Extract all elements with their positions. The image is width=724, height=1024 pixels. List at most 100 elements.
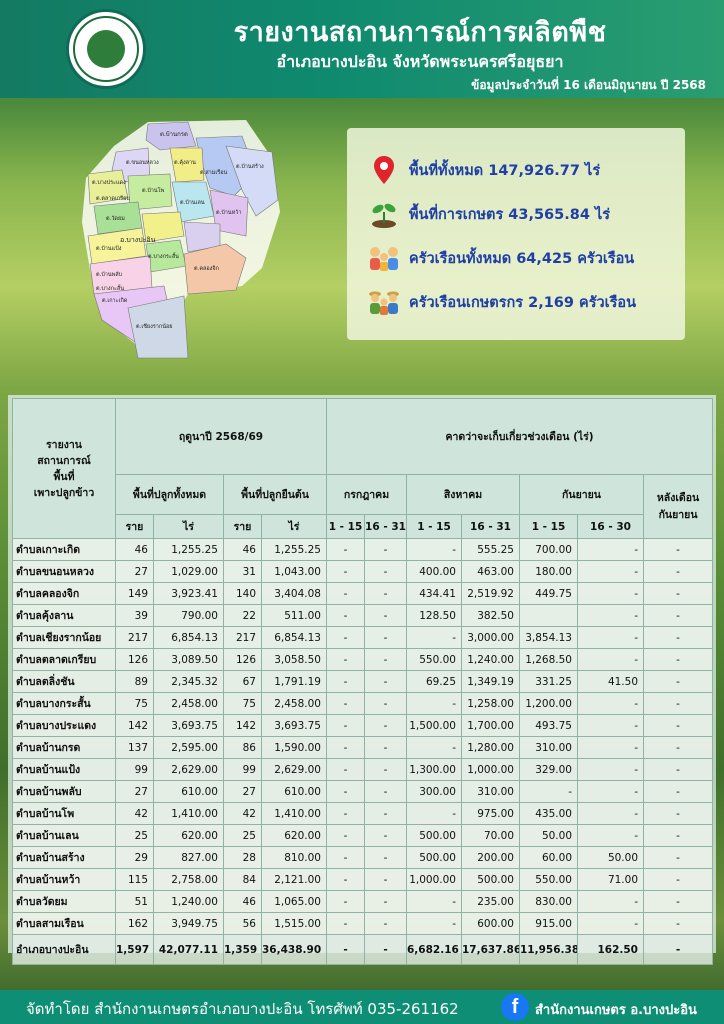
planted-area-header: พื้นที่ปลูกทั้งหมด [115, 474, 224, 515]
table-cell: 99 [223, 758, 262, 781]
table-cell: 310.00 [461, 780, 520, 803]
table-cell: 6,854.13 [261, 626, 327, 649]
table-cell: 3,000.00 [461, 626, 520, 649]
subdistrict-name-cell: ตำบลบ้านสร้าง [12, 846, 116, 869]
table-cell: 1,000.00 [406, 868, 462, 891]
table-cell: - [642, 846, 714, 869]
month-header-july: กรกฎาคม [326, 474, 407, 515]
table-cell: 142 [223, 714, 262, 737]
table-cell: - [642, 824, 714, 847]
table-cell: 610.00 [153, 780, 224, 803]
table-cell: - [642, 780, 714, 803]
table-cell: 2,629.00 [153, 758, 224, 781]
table-cell: - [326, 604, 365, 627]
table-row: ตำบลบ้านสร้าง 29 827.00 28 810.00- -500.00 200… [12, 846, 714, 869]
table-cell: 915.00 [519, 912, 578, 935]
table-cell: 31 [223, 560, 262, 583]
map-label: ต.บ้านเลน [180, 199, 205, 206]
subdistrict-name-cell: ตำบลบางประแดง [12, 714, 116, 737]
unit-households-header: ราย [115, 514, 154, 539]
table-cell: - [642, 626, 714, 649]
table-cell: 126 [115, 648, 154, 671]
table-cell: - [642, 692, 714, 715]
page-title: รายงานสถานการณ์การผลิตพืช [233, 17, 607, 48]
season-header: ฤดูนาปี 2568/69 [115, 398, 327, 475]
location-pin-icon [365, 155, 403, 185]
subdistrict-name-cell: ตำบลเชียงรากน้อย [12, 626, 116, 649]
table-cell: - [577, 648, 644, 671]
table-cell: 3,949.75 [153, 912, 224, 935]
table-cell: - [577, 538, 644, 561]
table-cell: 39 [115, 604, 154, 627]
page-subtitle: อำเภอบางปะอิน จังหวัดพระนครศรีอยุธยา [276, 52, 564, 71]
table-cell: 382.50 [461, 604, 520, 627]
unit-households-header: ราย [223, 514, 262, 539]
table-cell: 46 [223, 890, 262, 913]
table-cell: - [642, 604, 714, 627]
table-cell: - [326, 692, 365, 715]
table-cell: - [364, 604, 407, 627]
table-cell: - [406, 912, 462, 935]
table-cell [519, 604, 578, 627]
table-cell: 1,000.00 [461, 758, 520, 781]
table-cell: 27 [223, 780, 262, 803]
map-label: ต.ขนอนหลวง [126, 160, 159, 166]
summary-panel: พื้นที่ทั้งหมด 147,926.77 ไร่ พื้นที่การ… [347, 128, 685, 340]
subdistrict-name-cell: ตำบลเกาะเกิด [12, 538, 116, 561]
table-cell: - [406, 626, 462, 649]
table-cell: - [642, 648, 714, 671]
subdistrict-name-cell: ตำบลคลองจิก [12, 582, 116, 605]
table-cell: 71.00 [577, 868, 644, 891]
table-row: ตำบลคลองจิก 149 3,923.41 140 3,404.08- -434.4… [12, 582, 714, 605]
table-cell: 86 [223, 736, 262, 759]
table-cell: 51 [115, 890, 154, 913]
table-cell: 1,410.00 [153, 802, 224, 825]
table-cell: 2,458.00 [153, 692, 224, 715]
table-cell: 3,693.75 [153, 714, 224, 737]
table-cell: - [364, 802, 407, 825]
subdistrict-name-cell: อำเภอบางปะอิน [12, 934, 116, 965]
table-cell: 1,280.00 [461, 736, 520, 759]
table-cell: - [326, 868, 365, 891]
district-map: ต.บ้านกรด ต.ขนอนหลวง ต.บางประแดง ต.คุ้งล… [82, 120, 280, 359]
table-cell: 463.00 [461, 560, 520, 583]
table-row: ตำบลคุ้งลาน 39 790.00 22 511.00- -128.50 382.5… [12, 604, 714, 627]
header-banner: รายงานสถานการณ์การผลิตพืช อำเภอบางปะอิน … [0, 0, 724, 98]
table-cell: 6,682.16 [406, 934, 462, 965]
table-cell: 511.00 [261, 604, 327, 627]
table-cell: 500.00 [461, 868, 520, 891]
households-row: ครัวเรือนทั้งหมด 64,425 ครัวเรือน [365, 236, 671, 280]
subdistrict-name-cell: ตำบลบ้านพลับ [12, 780, 116, 803]
table-cell: 2,458.00 [261, 692, 327, 715]
table-cell: - [519, 780, 578, 803]
table-cell: 2,629.00 [261, 758, 327, 781]
facebook-icon[interactable]: f [501, 993, 529, 1021]
table-cell: - [364, 934, 407, 965]
table-cell: 600.00 [461, 912, 520, 935]
households-text: ครัวเรือนทั้งหมด 64,425 ครัวเรือน [409, 250, 635, 267]
seedling-icon [365, 199, 403, 229]
table-cell: 1,258.00 [461, 692, 520, 715]
table-cell: - [642, 758, 714, 781]
table-cell: 11,956.38 [519, 934, 578, 965]
table-cell: 550.00 [406, 648, 462, 671]
facebook-page-name[interactable]: สำนักงานเกษตร อ.บางปะอิน [535, 999, 697, 1020]
table-cell: - [642, 802, 714, 825]
table-cell: 42 [223, 802, 262, 825]
table-cell: - [577, 692, 644, 715]
table-cell: - [364, 538, 407, 561]
table-cell: - [364, 780, 407, 803]
table-cell: 235.00 [461, 890, 520, 913]
map-label: ต.วัดยม [106, 215, 125, 222]
table-cell: 115 [115, 868, 154, 891]
table-cell: - [364, 626, 407, 649]
farmers-icon [365, 287, 403, 317]
table-row: ตำบลบางประแดง 142 3,693.75 142 3,693.75- -1,5… [12, 714, 714, 737]
table-cell: 434.41 [406, 582, 462, 605]
table-cell: 1,700.00 [461, 714, 520, 737]
table-cell: 128.50 [406, 604, 462, 627]
table-cell: 50.00 [519, 824, 578, 847]
table-cell: 1,268.50 [519, 648, 578, 671]
table-cell: 27 [115, 780, 154, 803]
table-row: ตำบลสามเรือน 162 3,949.75 56 1,515.00- - -600.… [12, 912, 714, 935]
